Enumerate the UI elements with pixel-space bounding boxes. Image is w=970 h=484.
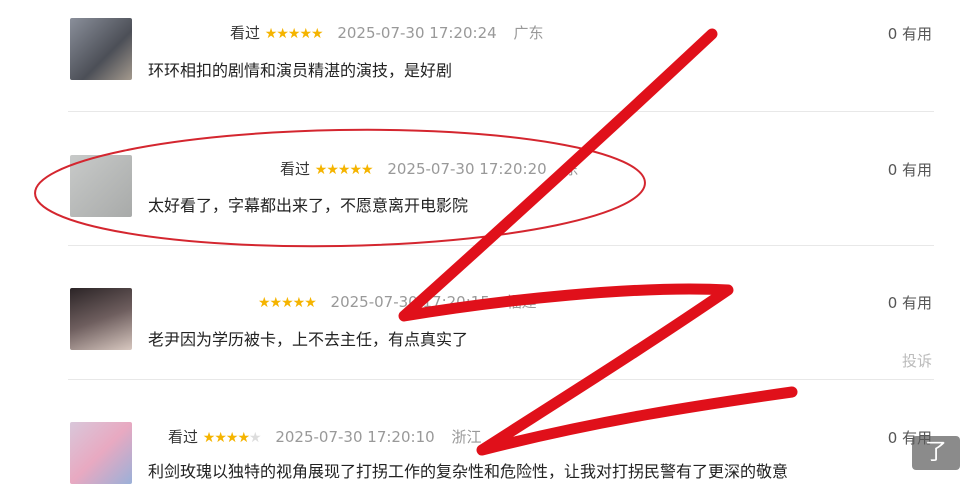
review-item: 看过 ★★★★★ 2025-07-30 17:20:10 浙江 利剑玫瑰以独特的… [0,380,970,484]
watched-label: 看过 [280,160,311,178]
useful-button[interactable]: 0 有用 [888,23,932,44]
useful-button[interactable]: 0 有用 [888,159,932,180]
rating-stars: ★★★★★ [264,26,324,42]
review-meta: 看过 ★★★★★ 2025-07-30 17:20:20 东 [280,158,578,179]
review-meta: 看过 ★★★★★ 2025-07-30 17:20:10 浙江 [168,426,481,447]
review-time: 2025-07-30 17:20:20 [387,160,547,178]
useful-button[interactable]: 0 有用 [888,292,932,313]
watched-label: 看过 [168,428,199,446]
review-time: 2025-07-30 17:20:10 [275,428,435,446]
review-meta: ★★★★★ 2025-07-30 17:20:15 福建 [258,291,537,312]
review-item: ★★★★★ 2025-07-30 17:20:15 福建 老尹因为学历被卡，上不… [0,246,970,380]
review-item: 看过 ★★★★★ 2025-07-30 17:20:24 广东 环环相扣的剧情和… [0,0,970,112]
rating-stars: ★★★★★ [258,295,317,311]
review-time: 2025-07-30 17:20:15 [330,293,490,311]
rating-stars: ★★★★★ [202,430,262,446]
report-button[interactable]: 投诉 [902,350,932,371]
avatar[interactable] [70,288,132,350]
review-content: 太好看了，字幕都出来了，不愿意离开电影院 [148,196,469,215]
review-meta: 看过 ★★★★★ 2025-07-30 17:20:24 广东 [230,22,543,43]
avatar[interactable] [70,155,132,217]
review-time: 2025-07-30 17:20:24 [337,24,497,42]
watched-label: 看过 [230,24,261,42]
review-item: 看过 ★★★★★ 2025-07-30 17:20:20 东 太好看了，字幕都出… [0,112,970,246]
review-location: 福建 [506,293,537,311]
avatar[interactable] [70,18,132,80]
review-location: 广东 [513,24,544,42]
review-location: 东 [563,160,579,178]
review-content: 老尹因为学历被卡，上不去主任，有点真实了 [148,330,469,349]
review-location: 浙江 [451,428,482,446]
review-content: 环环相扣的剧情和演员精湛的演技，是好剧 [148,61,453,80]
avatar[interactable] [70,422,132,484]
more-button[interactable]: 了 [912,436,960,470]
rating-stars: ★★★★★ [314,162,374,178]
review-content: 利剑玫瑰以独特的视角展现了打拐工作的复杂性和危险性，让我对打拐民警有了更深的敬意 [148,462,789,481]
